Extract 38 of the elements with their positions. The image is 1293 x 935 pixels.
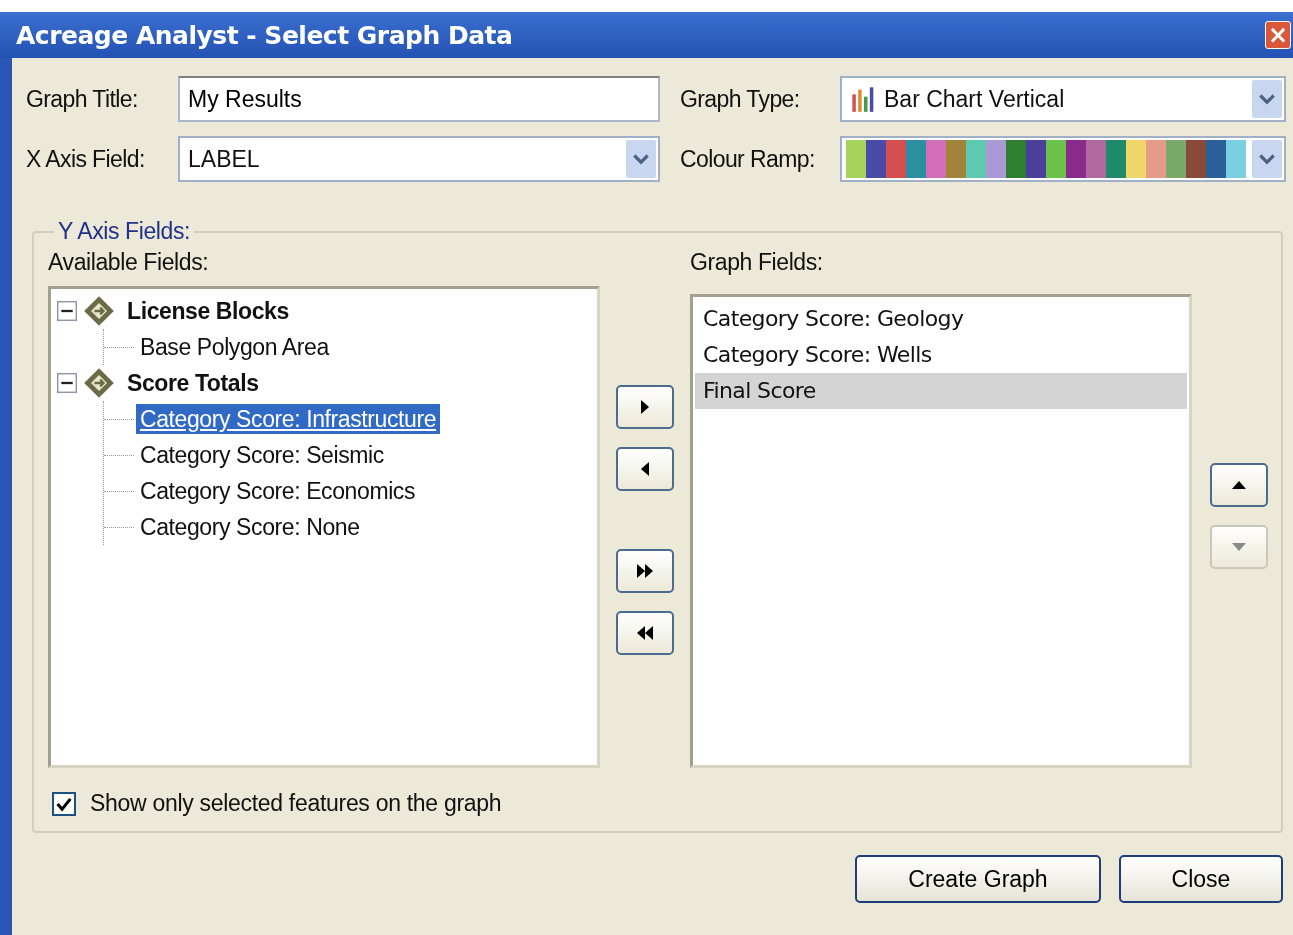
list-item[interactable]: Category Score: Geology (695, 301, 1187, 337)
tree-item[interactable]: Category Score: Economics (136, 476, 420, 506)
checkbox-label: Show only selected features on the graph (90, 790, 502, 817)
tree-item[interactable]: Category Score: Infrastructure (136, 404, 441, 434)
dialog-button[interactable]: Close (1119, 855, 1283, 903)
field-label: X Axis Field: (26, 145, 146, 173)
layer-diamond-icon (83, 367, 115, 399)
list-item[interactable]: Category Score: Wells (695, 337, 1187, 373)
tree-item[interactable]: Category Score: None (136, 512, 364, 542)
field-label: Colour Ramp: (680, 145, 816, 173)
layer-diamond-icon (83, 295, 115, 327)
x-axis-dropdown[interactable]: LABEL (178, 136, 660, 182)
move-button[interactable] (616, 611, 674, 655)
tree-item[interactable]: License Blocks (123, 296, 293, 326)
graph-type-dropdown[interactable]: Bar Chart Vertical (840, 76, 1286, 122)
reorder-button[interactable] (1210, 463, 1268, 507)
double-left-icon (635, 623, 655, 643)
graph-title-field[interactable]: My Results (178, 76, 660, 122)
tree-item[interactable]: Category Score: Seismic (136, 440, 388, 470)
list-label: Graph Fields: (690, 249, 824, 276)
move-button[interactable] (616, 447, 674, 491)
collapse-icon[interactable] (57, 373, 77, 393)
dialog-button[interactable]: Create Graph (855, 855, 1101, 903)
field-label: Graph Title: (26, 85, 139, 113)
move-button[interactable] (616, 385, 674, 429)
colour-ramp-dropdown[interactable] (840, 136, 1286, 182)
tree-item[interactable]: Base Polygon Area (136, 332, 333, 362)
checkbox[interactable] (52, 791, 76, 816)
double-right-icon (635, 561, 655, 581)
collapse-icon[interactable] (57, 301, 77, 321)
close-button[interactable]: × (1265, 21, 1291, 49)
move-button[interactable] (616, 549, 674, 593)
list-label: Available Fields: (48, 249, 210, 276)
window-title: Acreage Analyst - Select Graph Data (16, 20, 513, 50)
field-label: Graph Type: (680, 85, 801, 113)
group-legend: Y Axis Fields: (54, 218, 195, 245)
tree-item[interactable]: Score Totals (123, 368, 263, 398)
list-item[interactable]: Final Score (695, 373, 1187, 409)
